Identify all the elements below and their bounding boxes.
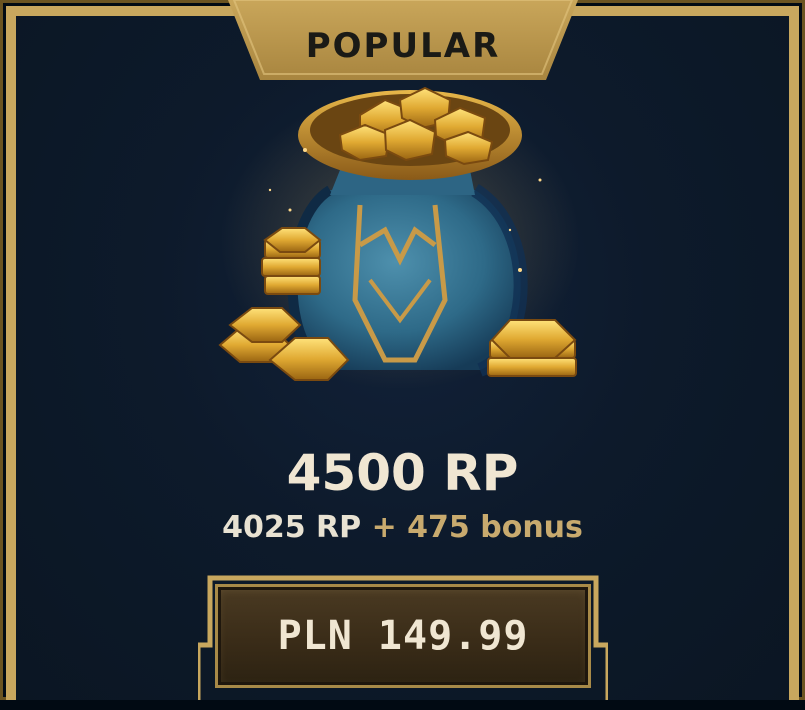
rp-amount-title: 4500 RP [286,444,519,502]
rp-bag-icon [210,70,590,410]
rp-base-amount: 4025 RP [222,510,362,545]
popular-badge-label: POPULAR [305,26,501,66]
rp-breakdown: 4025 RP + 475 bonus [0,510,805,545]
rp-bonus-amount: 475 bonus [407,510,583,545]
buy-price-button[interactable]: PLN 149.99 [215,584,591,688]
rp-offer-card[interactable]: POPULAR 4500 RP 4025 RP + 475 bonus PLN … [0,0,805,700]
buy-price-label: PLN 149.99 [277,613,529,659]
rp-plus-sign: + [371,510,397,545]
